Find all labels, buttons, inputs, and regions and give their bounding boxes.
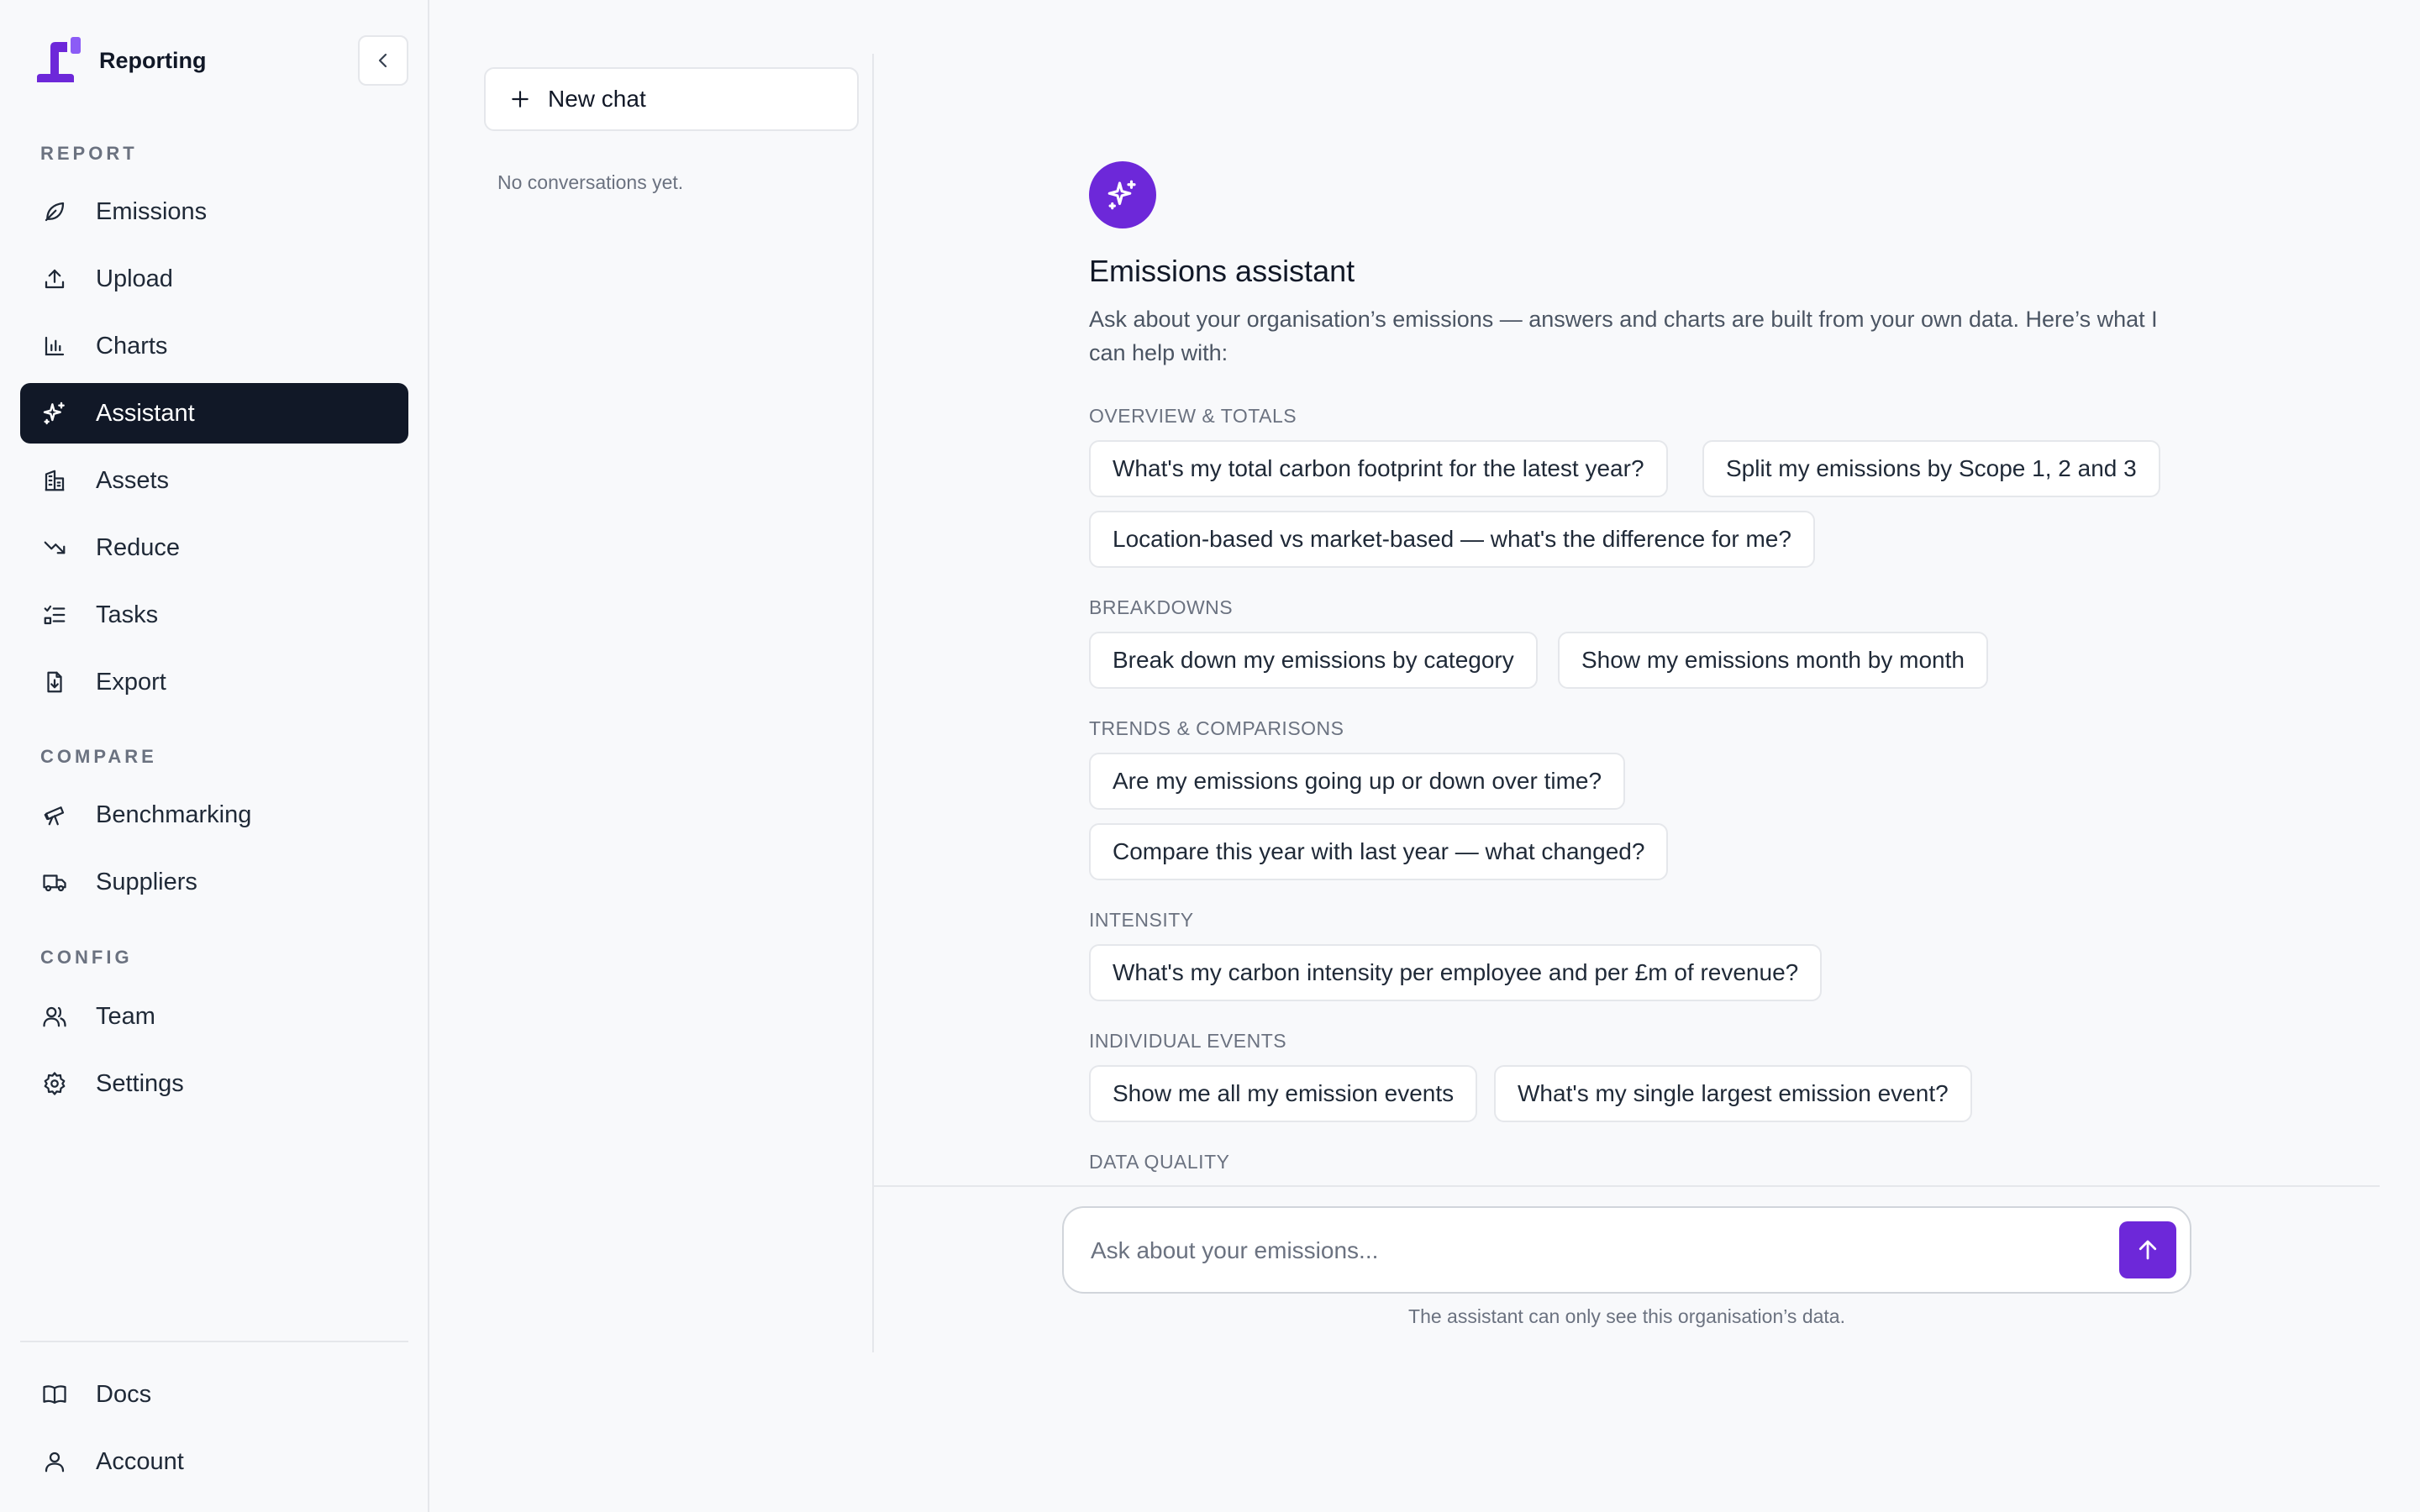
new-chat-label: New chat — [548, 86, 646, 112]
suggestion-chip[interactable]: Show my emissions month by month — [1558, 632, 1988, 689]
assistant-title: Emissions assistant — [1089, 254, 1355, 288]
chevron-left-icon — [378, 53, 387, 68]
suggestion-chip[interactable]: What's my total carbon footprint for the… — [1089, 440, 1668, 497]
empty-conversations-text: No conversations yet. — [497, 171, 684, 193]
category-title-data-quality: DATA QUALITY — [1089, 1151, 1230, 1173]
plus-icon — [512, 91, 529, 108]
bar-chart-icon — [40, 332, 69, 360]
gear-icon — [40, 1069, 69, 1098]
conversations-divider — [872, 54, 874, 1352]
composer-divider — [874, 1185, 2380, 1187]
chat-input[interactable] — [1091, 1230, 2082, 1272]
file-export-icon — [40, 668, 69, 696]
sparkles-icon — [40, 399, 69, 428]
sidebar-item-label: Account — [96, 1447, 184, 1475]
upload-icon — [40, 265, 69, 293]
new-chat-button[interactable]: New chat — [484, 67, 859, 131]
category-title-overview: OVERVIEW & TOTALS — [1089, 405, 1297, 427]
sidebar-item-label: Assets — [96, 466, 170, 494]
sidebar: Reporting REPORT Emissions Upload Charts… — [0, 0, 429, 1512]
category-title-trends: TRENDS & COMPARISONS — [1089, 717, 1344, 739]
suggestion-chip[interactable]: Split my emissions by Scope 1, 2 and 3 — [1702, 440, 2160, 497]
user-icon — [40, 1447, 69, 1476]
suggestion-chip[interactable]: Location-based vs market-based — what's … — [1089, 511, 1815, 568]
sidebar-item-label: Benchmarking — [96, 801, 252, 828]
list-checks-icon — [40, 601, 69, 629]
sidebar-item-label: Docs — [96, 1380, 152, 1408]
sidebar-item-settings[interactable]: Settings — [20, 1053, 408, 1114]
suggestion-chip[interactable]: Show me all my emission events — [1089, 1065, 1478, 1122]
composer — [1062, 1206, 2191, 1294]
conversations-panel — [429, 0, 873, 1352]
book-icon — [40, 1380, 69, 1409]
sidebar-item-label: Emissions — [96, 197, 208, 225]
section-title-compare: COMPARE — [40, 746, 157, 767]
sidebar-item-label: Reduce — [96, 533, 180, 561]
sidebar-item-suppliers[interactable]: Suppliers — [20, 852, 408, 912]
sparkles-icon — [1107, 180, 1136, 210]
suggestion-chip[interactable]: What's my carbon intensity per employee … — [1089, 944, 1823, 1001]
category-title-events: INDIVIDUAL EVENTS — [1089, 1030, 1287, 1052]
sidebar-item-label: Tasks — [96, 601, 159, 628]
sidebar-item-docs[interactable]: Docs — [20, 1364, 408, 1425]
sidebar-item-charts[interactable]: Charts — [20, 316, 408, 376]
sidebar-item-account[interactable]: Account — [20, 1431, 408, 1492]
sidebar-item-team[interactable]: Team — [20, 986, 408, 1047]
assistant-avatar — [1089, 161, 1156, 228]
category-title-breakdowns: BREAKDOWNS — [1089, 596, 1234, 618]
truck-icon — [40, 868, 69, 896]
sidebar-item-label: Suppliers — [96, 868, 197, 895]
sidebar-item-label: Export — [96, 668, 166, 696]
sidebar-item-emissions[interactable]: Emissions — [20, 181, 408, 242]
app-name: Reporting — [99, 47, 207, 73]
assistant-description: Ask about your organisation’s emissions … — [1089, 307, 2158, 365]
brand[interactable]: Reporting — [34, 35, 207, 86]
suggestion-chip[interactable]: What's my single largest emission event? — [1494, 1065, 1972, 1122]
section-title-report: REPORT — [40, 143, 138, 164]
sidebar-item-assistant[interactable]: Assistant — [20, 383, 408, 444]
app-logo-icon — [37, 37, 81, 82]
sidebar-item-label: Assistant — [96, 399, 195, 427]
composer-disclaimer: The assistant can only see this organisa… — [1408, 1305, 1845, 1327]
sidebar-item-export[interactable]: Export — [20, 652, 408, 712]
trending-down-icon — [40, 533, 69, 562]
telescope-icon — [40, 801, 69, 829]
sidebar-item-label: Upload — [96, 265, 173, 292]
building-icon — [40, 466, 69, 495]
suggestion-chip[interactable]: Are my emissions going up or down over t… — [1089, 753, 1626, 810]
leaf-icon — [40, 197, 69, 226]
arrow-up-icon — [2139, 1240, 2157, 1260]
sidebar-item-label: Settings — [96, 1069, 184, 1097]
users-icon — [40, 1002, 69, 1031]
sidebar-item-benchmarking[interactable]: Benchmarking — [20, 785, 408, 845]
send-button[interactable] — [2119, 1221, 2176, 1278]
suggestion-chip[interactable]: Break down my emissions by category — [1089, 632, 1538, 689]
sidebar-item-tasks[interactable]: Tasks — [20, 585, 408, 645]
collapse-sidebar-button[interactable] — [358, 35, 408, 86]
sidebar-item-label: Team — [96, 1002, 155, 1030]
sidebar-item-assets[interactable]: Assets — [20, 450, 408, 511]
suggestion-chip[interactable]: Compare this year with last year — what … — [1089, 823, 1669, 880]
sidebar-divider — [20, 1341, 408, 1342]
sidebar-item-reduce[interactable]: Reduce — [20, 517, 408, 578]
section-title-config: CONFIG — [40, 947, 133, 968]
sidebar-item-label: Charts — [96, 332, 168, 360]
category-title-intensity: INTENSITY — [1089, 909, 1194, 931]
sidebar-item-upload[interactable]: Upload — [20, 249, 408, 309]
